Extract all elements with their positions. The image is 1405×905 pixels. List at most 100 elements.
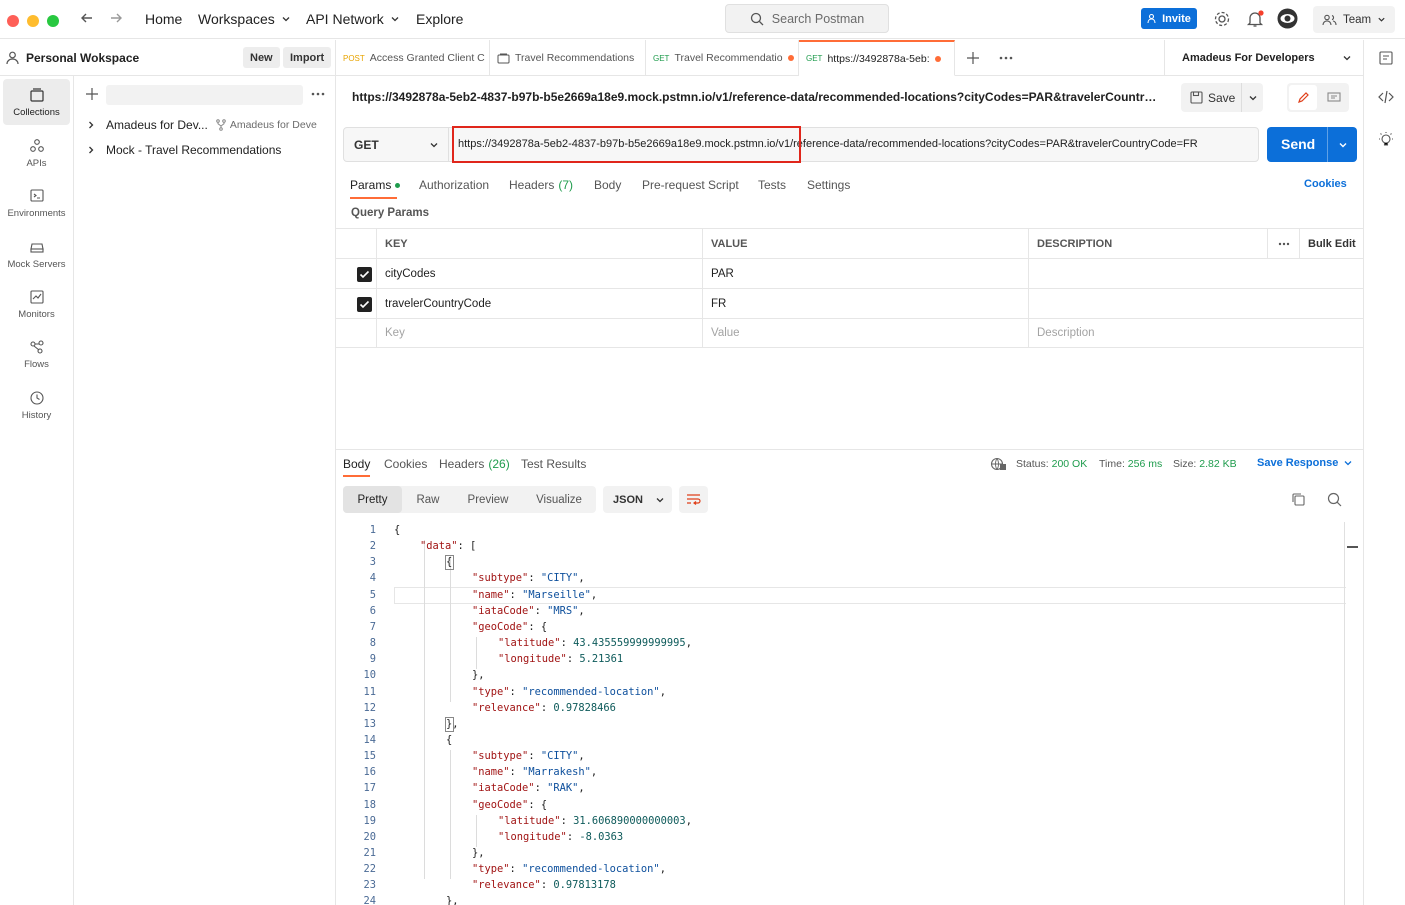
tab-headers[interactable]: Headers (7) — [509, 178, 573, 192]
method-select[interactable]: GET — [344, 128, 449, 161]
code-line: "iataCode": "MRS", — [472, 605, 585, 617]
nav-home[interactable]: Home — [145, 11, 182, 27]
nav-workspaces[interactable]: Workspaces — [198, 11, 291, 27]
tab-travel-recommendations-collection[interactable]: Travel Recommendations — [490, 40, 646, 76]
search-input[interactable]: Search Postman — [725, 4, 889, 33]
code-line: "data": [ — [420, 540, 476, 552]
settings-gear-icon[interactable] — [1213, 10, 1231, 28]
sidebar-item-flows[interactable]: Flows — [3, 331, 70, 377]
sidebar-item-collections[interactable]: Collections — [3, 79, 70, 125]
sidebar-item-monitors[interactable]: Monitors — [3, 281, 70, 327]
response-body-code[interactable]: 1 {2 "data": [3 {4 "subtype": "CITY", 5 "name"… — [336, 522, 1346, 905]
environment-selector[interactable]: Amadeus For Developers — [1164, 40, 1363, 76]
param-key-cell[interactable]: travelerCountryCode — [376, 289, 702, 318]
add-collection-icon[interactable] — [85, 87, 99, 101]
workspace-name[interactable]: Personal Wokspace — [26, 51, 139, 65]
tab-access-granted[interactable]: POST Access Granted Client C — [336, 40, 490, 76]
invite-button[interactable]: Invite — [1141, 8, 1197, 29]
view-visualize[interactable]: Visualize — [529, 486, 589, 513]
tab-authorization[interactable]: Authorization — [419, 178, 489, 192]
line-number: 9 — [369, 653, 376, 666]
new-description-input[interactable]: Description — [1028, 319, 1363, 347]
search-placeholder: Search Postman — [771, 11, 865, 26]
line-number: 2 — [369, 540, 376, 553]
param-value-cell[interactable]: PAR — [702, 259, 1028, 288]
sidebar-item-history[interactable]: History — [3, 382, 70, 428]
column-header-value: VALUE — [702, 229, 1028, 258]
format-select[interactable]: JSON — [603, 486, 672, 513]
tab-active-request[interactable]: GET https://3492878a-5eb: — [799, 40, 955, 76]
bulk-edit-button[interactable]: Bulk Edit — [1299, 229, 1363, 258]
tab-body[interactable]: Body — [594, 178, 621, 192]
cookies-link[interactable]: Cookies — [1304, 178, 1347, 190]
close-window-button[interactable] — [7, 15, 19, 27]
filter-input[interactable] — [106, 85, 303, 105]
sidebar-item-environments[interactable]: Environments — [3, 180, 70, 226]
search-icon — [750, 12, 764, 25]
new-tab-plus-icon[interactable] — [966, 51, 980, 65]
indent-guide — [450, 556, 451, 702]
scrollbar-thumb[interactable] — [1347, 546, 1358, 548]
param-value-cell[interactable]: FR — [702, 289, 1028, 318]
tabs-more-icon[interactable] — [999, 56, 1013, 60]
view-pretty[interactable]: Pretty — [343, 486, 402, 513]
send-button[interactable]: Send — [1267, 127, 1357, 162]
nav-api-network[interactable]: API Network — [306, 11, 400, 27]
table-more-icon[interactable] — [1267, 229, 1299, 258]
collection-item-mock-travel[interactable]: Mock - Travel Recommendations — [86, 143, 281, 157]
code-token: , — [590, 766, 598, 779]
param-key-cell[interactable]: cityCodes — [376, 259, 702, 288]
search-response-icon[interactable] — [1327, 492, 1342, 507]
row-checkbox[interactable] — [357, 267, 372, 282]
param-description-cell[interactable] — [1028, 259, 1363, 288]
environment-quick-look-icon[interactable] — [1378, 50, 1394, 66]
avatar[interactable] — [1277, 8, 1298, 29]
new-button[interactable]: New — [243, 47, 280, 68]
tab-params[interactable]: Params — [350, 178, 401, 192]
code-token: "subtype" — [472, 750, 529, 763]
copy-icon[interactable] — [1291, 492, 1306, 507]
forward-arrow-icon[interactable] — [109, 11, 123, 25]
maximize-window-button[interactable] — [47, 15, 59, 27]
import-button[interactable]: Import — [283, 47, 332, 68]
send-options-dropdown[interactable] — [1327, 127, 1357, 162]
tab-settings[interactable]: Settings — [807, 178, 850, 192]
collection-item-amadeus[interactable]: Amadeus for Dev... Amadeus for Deve — [86, 118, 317, 132]
response-tab-body[interactable]: Body — [343, 457, 370, 471]
column-header-description: DESCRIPTION — [1028, 229, 1267, 258]
row-checkbox[interactable] — [357, 297, 372, 312]
wrap-lines-icon[interactable] — [679, 486, 708, 513]
team-button[interactable]: Team — [1313, 6, 1395, 33]
sidebar-item-apis[interactable]: APIs — [3, 130, 70, 176]
response-tab-test-results[interactable]: Test Results — [521, 457, 586, 471]
comments-icon[interactable] — [1321, 85, 1347, 110]
response-tab-cookies[interactable]: Cookies — [384, 457, 427, 471]
response-tab-headers[interactable]: Headers (26) — [439, 457, 510, 471]
tab-tests[interactable]: Tests — [758, 178, 786, 192]
back-arrow-icon[interactable] — [80, 11, 94, 25]
save-button[interactable]: Save — [1181, 83, 1263, 112]
new-key-input[interactable]: Key — [376, 319, 702, 347]
line-number: 3 — [369, 556, 376, 569]
view-preview[interactable]: Preview — [461, 486, 515, 513]
save-response-button[interactable]: Save Response — [1257, 457, 1353, 469]
new-value-input[interactable]: Value — [702, 319, 1028, 347]
sidebar-item-mock-servers[interactable]: Mock Servers — [3, 231, 70, 277]
edit-pencil-icon[interactable] — [1289, 85, 1317, 110]
nav-explore[interactable]: Explore — [416, 11, 463, 27]
sidebar-rail: Collections APIs Environments Mock Serve… — [0, 76, 74, 905]
tab-travel-recommendations-get[interactable]: GET Travel Recommendatio — [646, 40, 799, 76]
tab-pre-request-script[interactable]: Pre-request Script — [642, 178, 739, 192]
param-description-cell[interactable] — [1028, 289, 1363, 318]
line-number: 18 — [363, 798, 376, 811]
minimize-window-button[interactable] — [27, 15, 39, 27]
code-snippet-icon[interactable] — [1378, 90, 1394, 104]
more-options-icon[interactable] — [311, 92, 325, 96]
view-raw[interactable]: Raw — [408, 486, 448, 513]
response-scrollbar[interactable] — [1344, 522, 1358, 905]
network-globe-icon[interactable] — [990, 457, 1007, 471]
code-line: }, — [472, 847, 485, 859]
request-title[interactable]: https://3492878a-5eb2-4837-b97b-b5e2669a… — [352, 90, 1162, 104]
lightbulb-icon[interactable] — [1378, 132, 1394, 148]
notifications-bell-icon[interactable] — [1246, 10, 1264, 28]
